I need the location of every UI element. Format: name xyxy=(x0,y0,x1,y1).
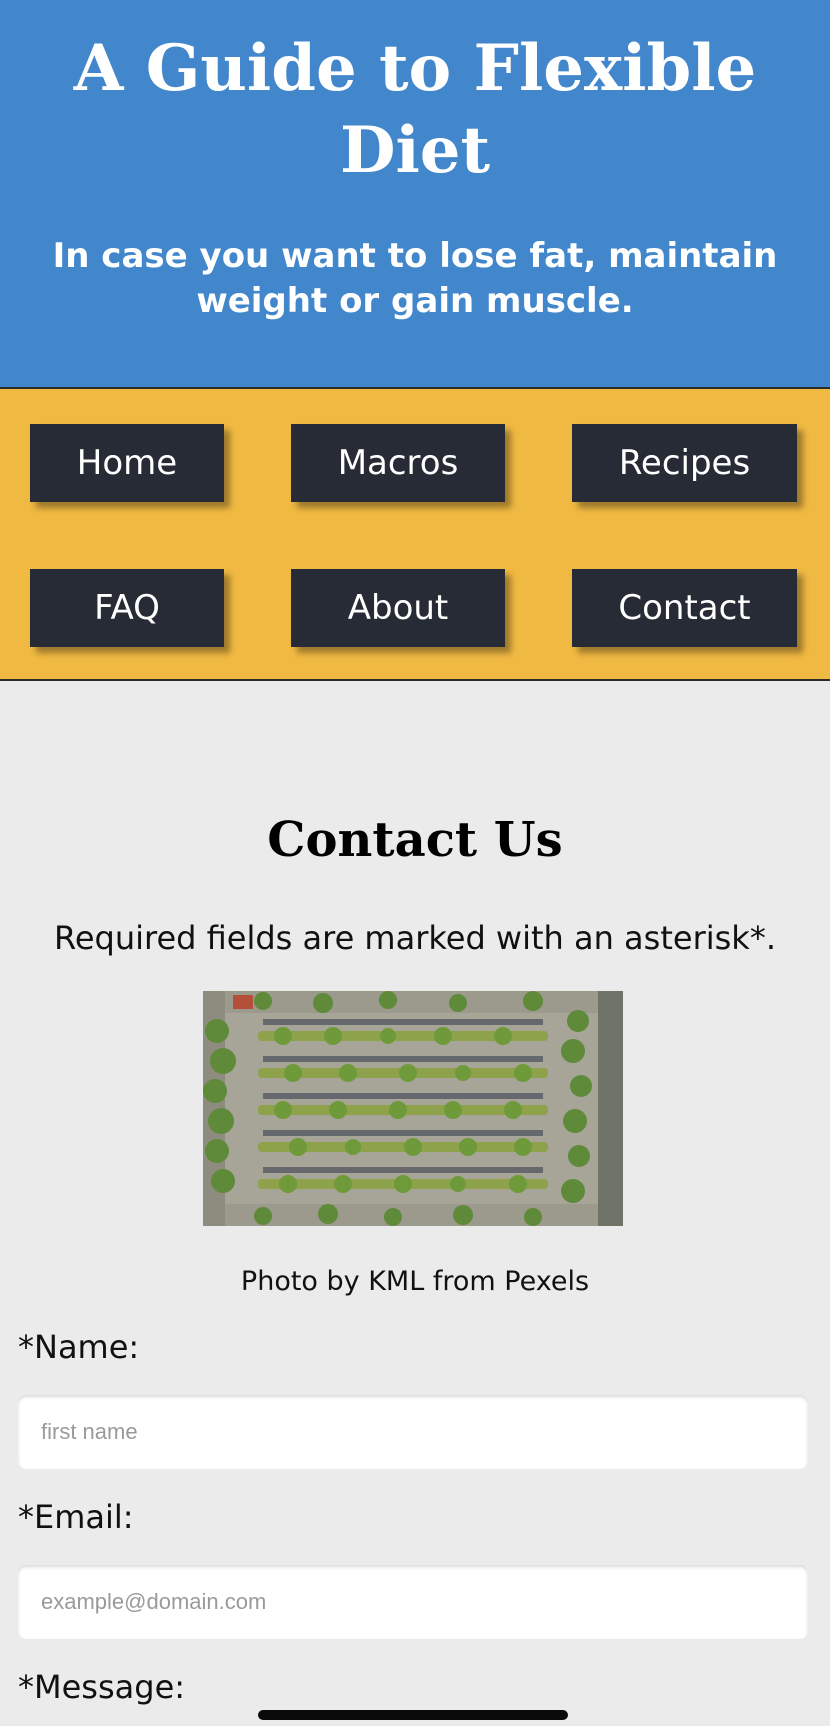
page: A Guide to Flexible Diet In case you wan… xyxy=(0,0,830,1726)
email-input[interactable] xyxy=(18,1565,808,1639)
site-title: A Guide to Flexible Diet xyxy=(73,31,757,188)
required-fields-note: Required fields are marked with an aster… xyxy=(54,919,776,957)
nav-faq-button[interactable]: FAQ xyxy=(30,569,224,647)
main-nav: Home Macros Recipes FAQ About Contact xyxy=(0,389,830,681)
contact-heading: Contact Us xyxy=(267,812,563,868)
nav-macros-button[interactable]: Macros xyxy=(291,424,505,502)
home-indicator-bar[interactable] xyxy=(258,1710,568,1720)
aerial-parking-image xyxy=(203,991,623,1226)
email-label: *Email: xyxy=(18,1498,134,1536)
site-header: A Guide to Flexible Diet In case you wan… xyxy=(0,0,830,389)
parking-lot-photo xyxy=(203,991,623,1226)
nav-contact-button[interactable]: Contact xyxy=(572,569,797,647)
name-input[interactable] xyxy=(18,1395,808,1469)
site-subtitle: In case you want to lose fat, maintain w… xyxy=(52,236,778,321)
photo-credit: Photo by KML from Pexels xyxy=(240,1266,590,1297)
nav-about-button[interactable]: About xyxy=(291,569,505,647)
name-label: *Name: xyxy=(18,1328,140,1366)
nav-recipes-button[interactable]: Recipes xyxy=(572,424,797,502)
nav-home-button[interactable]: Home xyxy=(30,424,224,502)
message-label: *Message: xyxy=(18,1668,186,1706)
